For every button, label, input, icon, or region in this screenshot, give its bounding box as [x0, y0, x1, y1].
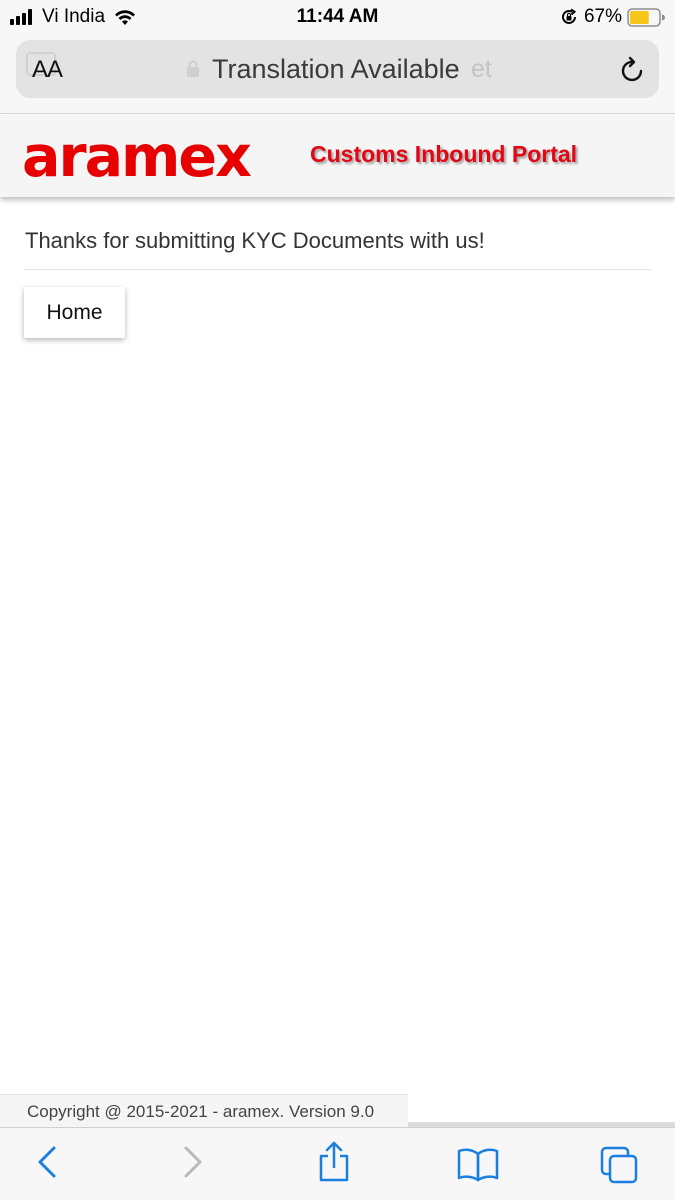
url-ghost-text: et [471, 55, 492, 83]
confirmation-message: Thanks for submitting KYC Documents with… [25, 228, 485, 253]
orientation-lock-icon [560, 8, 578, 26]
back-icon[interactable] [34, 1144, 60, 1180]
share-icon[interactable] [316, 1140, 352, 1184]
copyright-text: Copyright @ 2015-2021 - aramex. Version … [27, 1102, 375, 1121]
reader-view-button[interactable]: AA [32, 56, 63, 84]
lock-icon [187, 60, 199, 77]
portal-title: Customs Inbound Portal [310, 141, 578, 167]
divider [24, 269, 651, 270]
footer: Copyright @ 2015-2021 - aramex. Version … [0, 1094, 408, 1127]
reader-label: AA [32, 56, 63, 83]
battery-percent: 67% [583, 6, 622, 27]
url-text[interactable]: Translation Available [212, 54, 460, 85]
battery-icon [627, 7, 665, 27]
bookmarks-icon[interactable] [456, 1146, 500, 1182]
browser-top-chrome: AA et Translation Available [0, 34, 675, 114]
home-button[interactable]: Home [24, 287, 125, 338]
address-bar[interactable]: AA et Translation Available [16, 40, 659, 98]
status-bar: Vi India 11:44 AM 67% [0, 0, 675, 34]
aramex-logo[interactable]: aramex [22, 125, 252, 189]
tabs-icon[interactable] [600, 1146, 640, 1184]
page-header: aramex Customs Inbound Portal [0, 115, 675, 197]
forward-icon[interactable] [180, 1144, 206, 1180]
browser-toolbar [0, 1127, 675, 1200]
status-right: 67% [560, 5, 665, 29]
reload-icon[interactable] [619, 55, 647, 90]
